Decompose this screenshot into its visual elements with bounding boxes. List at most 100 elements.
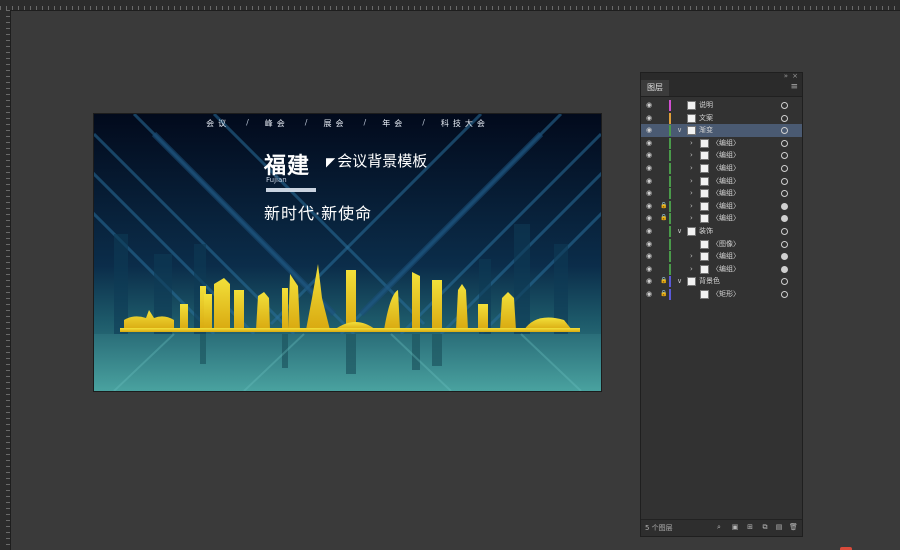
search-icon[interactable]: ⌕ bbox=[715, 523, 723, 531]
chevron-right-icon[interactable]: › bbox=[690, 250, 693, 263]
layer-color-indicator bbox=[669, 238, 671, 250]
layer-color-indicator bbox=[669, 225, 671, 237]
layer-name[interactable]: 装饰 bbox=[699, 225, 713, 238]
eye-icon[interactable]: ◉ bbox=[646, 124, 652, 137]
chevron-down-icon[interactable]: ∨ bbox=[677, 225, 682, 238]
chevron-right-icon[interactable]: › bbox=[690, 149, 693, 162]
sublayer-icon[interactable]: ⊞ bbox=[746, 523, 754, 531]
layer-name[interactable]: 〈编组〉 bbox=[712, 200, 740, 213]
layer-row[interactable]: ◉ 说明 bbox=[641, 99, 802, 112]
target-icon[interactable] bbox=[781, 202, 788, 210]
target-icon[interactable] bbox=[781, 102, 788, 109]
clipping-mask-icon[interactable]: ▣ bbox=[731, 523, 739, 531]
layer-color-indicator bbox=[669, 213, 671, 225]
lock-icon[interactable]: 🔒 bbox=[660, 200, 667, 213]
layer-name[interactable]: 渐变 bbox=[699, 124, 713, 137]
new-layer-icon[interactable]: ⧉ bbox=[761, 523, 769, 531]
layer-name[interactable]: 〈编组〉 bbox=[712, 212, 740, 225]
target-icon[interactable] bbox=[781, 290, 788, 298]
layer-row[interactable]: ◉ › 〈编组〉 bbox=[641, 187, 802, 200]
layer-name[interactable]: 〈编组〉 bbox=[712, 137, 740, 150]
eye-icon[interactable]: ◉ bbox=[646, 187, 652, 200]
trash-icon[interactable]: 🗑 bbox=[789, 523, 798, 531]
eye-icon[interactable]: ◉ bbox=[646, 175, 652, 188]
eye-icon[interactable]: ◉ bbox=[646, 162, 652, 175]
layer-count: 5 个图层 bbox=[645, 524, 673, 532]
layer-row[interactable]: ◉ › 〈编组〉 bbox=[641, 263, 802, 276]
eye-icon[interactable]: ◉ bbox=[646, 112, 652, 125]
horizontal-ruler[interactable] bbox=[0, 0, 900, 11]
eye-icon[interactable]: ◉ bbox=[646, 99, 652, 112]
layer-row[interactable]: ◉ › 〈编组〉 bbox=[641, 162, 802, 175]
chevron-right-icon[interactable]: › bbox=[690, 175, 693, 188]
layer-name[interactable]: 〈图像〉 bbox=[712, 238, 740, 251]
target-icon[interactable] bbox=[781, 253, 788, 261]
target-icon[interactable] bbox=[781, 190, 788, 198]
tab-layers[interactable]: 图层 bbox=[641, 80, 669, 96]
target-icon[interactable] bbox=[781, 278, 788, 286]
target-icon[interactable] bbox=[781, 215, 788, 223]
layer-row[interactable]: ◉ › 〈编组〉 bbox=[641, 137, 802, 150]
chevron-down-icon[interactable]: ∨ bbox=[677, 124, 682, 137]
target-icon[interactable] bbox=[781, 114, 788, 122]
eye-icon[interactable]: ◉ bbox=[646, 275, 652, 288]
target-icon[interactable] bbox=[781, 139, 788, 147]
layer-row[interactable]: ◉ › 〈编组〉 bbox=[641, 149, 802, 162]
target-icon[interactable] bbox=[781, 177, 788, 185]
chevron-right-icon[interactable]: › bbox=[690, 137, 693, 150]
layer-row[interactable]: ◉ 〈图像〉 bbox=[641, 238, 802, 251]
chevron-right-icon[interactable]: › bbox=[690, 162, 693, 175]
layer-row[interactable]: ◉ 文案 bbox=[641, 112, 802, 125]
layer-name[interactable]: 〈编组〉 bbox=[712, 149, 740, 162]
close-icon[interactable]: × bbox=[792, 72, 798, 80]
chevron-right-icon[interactable]: › bbox=[690, 212, 693, 225]
title-side-mark: ◤ bbox=[326, 155, 336, 169]
eye-icon[interactable]: ◉ bbox=[646, 225, 652, 238]
layer-name[interactable]: 文案 bbox=[699, 112, 713, 125]
layer-row[interactable]: ◉ ∨ 装饰 bbox=[641, 225, 802, 238]
layer-name[interactable]: 〈编组〉 bbox=[712, 263, 740, 276]
eye-icon[interactable]: ◉ bbox=[646, 200, 652, 213]
collapse-panel-icon[interactable]: » bbox=[784, 72, 788, 80]
eye-icon[interactable]: ◉ bbox=[646, 212, 652, 225]
eye-icon[interactable]: ◉ bbox=[646, 149, 652, 162]
target-icon[interactable] bbox=[781, 240, 788, 248]
target-icon[interactable] bbox=[781, 152, 788, 160]
hamburger-icon[interactable]: ≡ bbox=[790, 82, 798, 92]
lock-icon[interactable]: 🔒 bbox=[660, 275, 667, 288]
layer-row[interactable]: ◉ › 〈编组〉 bbox=[641, 250, 802, 263]
chevron-right-icon[interactable]: › bbox=[690, 263, 693, 276]
eye-icon[interactable]: ◉ bbox=[646, 250, 652, 263]
layer-row[interactable]: ◉ 🔒 › 〈编组〉 bbox=[641, 212, 802, 225]
layer-row[interactable]: ◉ ∨ 渐变 bbox=[641, 124, 802, 137]
target-icon[interactable] bbox=[781, 265, 788, 273]
layer-name[interactable]: 〈编组〉 bbox=[712, 162, 740, 175]
layer-name[interactable]: 〈矩形〉 bbox=[712, 288, 740, 301]
eye-icon[interactable]: ◉ bbox=[646, 238, 652, 251]
panel-title-bar[interactable]: » × bbox=[641, 72, 802, 80]
target-icon[interactable] bbox=[781, 127, 788, 135]
layer-name[interactable]: 背景色 bbox=[699, 275, 720, 288]
eye-icon[interactable]: ◉ bbox=[646, 288, 652, 301]
layer-name[interactable]: 〈编组〉 bbox=[712, 187, 740, 200]
lock-icon[interactable]: 🔒 bbox=[660, 288, 667, 301]
layer-row[interactable]: ◉ › 〈编组〉 bbox=[641, 175, 802, 188]
eye-icon[interactable]: ◉ bbox=[646, 263, 652, 276]
layer-row[interactable]: ◉ 🔒 ∨ 背景色 bbox=[641, 275, 802, 288]
new-layer-icon[interactable]: ▤ bbox=[775, 523, 783, 531]
layer-name[interactable]: 〈编组〉 bbox=[712, 250, 740, 263]
nav-separator: / bbox=[304, 118, 308, 127]
chevron-right-icon[interactable]: › bbox=[690, 187, 693, 200]
layer-name[interactable]: 〈编组〉 bbox=[712, 175, 740, 188]
target-icon[interactable] bbox=[781, 164, 788, 172]
artboard[interactable]: 会议 / 峰会 / 展会 / 年会 / 科技大会 福建 Fujian ◤ 会议背景… bbox=[94, 114, 601, 391]
chevron-down-icon[interactable]: ∨ bbox=[677, 275, 682, 288]
chevron-right-icon[interactable]: › bbox=[690, 200, 693, 213]
target-icon[interactable] bbox=[781, 227, 788, 235]
eye-icon[interactable]: ◉ bbox=[646, 137, 652, 150]
vertical-ruler[interactable] bbox=[0, 10, 11, 550]
layer-row[interactable]: ◉ 🔒 〈矩形〉 bbox=[641, 288, 802, 301]
lock-icon[interactable]: 🔒 bbox=[660, 212, 667, 225]
layer-row[interactable]: ◉ 🔒 › 〈编组〉 bbox=[641, 200, 802, 213]
layer-name[interactable]: 说明 bbox=[699, 99, 713, 112]
